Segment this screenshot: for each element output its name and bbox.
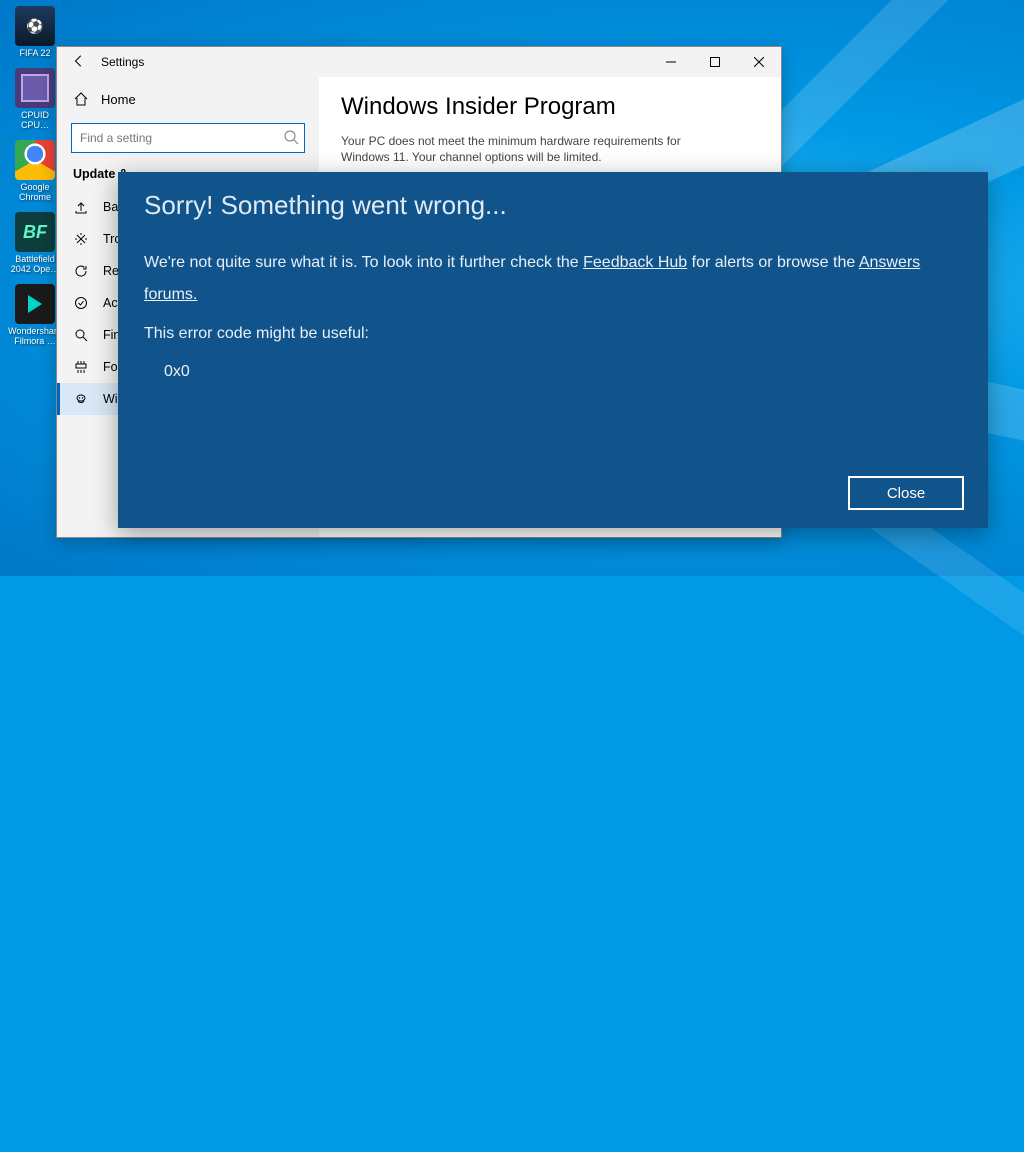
search-icon bbox=[283, 129, 299, 150]
minimize-button[interactable] bbox=[649, 47, 693, 77]
bf-icon: BF bbox=[15, 212, 55, 252]
error-text: for alerts or browse the bbox=[692, 254, 859, 271]
desktop-icon-label: CPUID CPU… bbox=[8, 110, 62, 130]
cpu-icon bbox=[15, 68, 55, 108]
search-input[interactable] bbox=[71, 123, 305, 153]
close-button[interactable]: Close bbox=[848, 476, 964, 510]
titlebar: Settings bbox=[57, 47, 781, 77]
desktop-icon-fifa[interactable]: ⚽ FIFA 22 bbox=[8, 6, 62, 58]
error-title: Sorry! Something went wrong... bbox=[144, 190, 962, 221]
recovery-icon bbox=[73, 264, 89, 278]
error-body: We're not quite sure what it is. To look… bbox=[144, 247, 962, 311]
desktop-icon-cpuid[interactable]: CPUID CPU… bbox=[8, 68, 62, 130]
chrome-icon bbox=[15, 140, 55, 180]
desktop-icon-chrome[interactable]: Google Chrome bbox=[8, 140, 62, 202]
close-window-button[interactable] bbox=[737, 47, 781, 77]
upload-icon bbox=[73, 200, 89, 214]
page-title: Windows Insider Program bbox=[341, 93, 759, 121]
developer-icon bbox=[73, 360, 89, 374]
home-icon bbox=[73, 91, 89, 107]
error-text: We're not quite sure what it is. To look… bbox=[144, 254, 583, 271]
error-code-label: This error code might be useful: bbox=[144, 325, 962, 343]
error-dialog: Sorry! Something went wrong... We're not… bbox=[118, 172, 988, 528]
sidebar-home[interactable]: Home bbox=[57, 85, 319, 113]
troubleshoot-icon bbox=[73, 232, 89, 246]
desktop-icon-label: FIFA 22 bbox=[8, 48, 62, 58]
desktop-icon-filmora[interactable]: Wondershare Filmora … bbox=[8, 284, 62, 346]
desktop-icon-label: Battlefield 2042 Ope… bbox=[8, 254, 62, 274]
page-description: Your PC does not meet the minimum hardwa… bbox=[341, 133, 681, 165]
back-button[interactable] bbox=[57, 54, 101, 71]
close-button-label: Close bbox=[887, 485, 925, 502]
minimize-icon bbox=[666, 57, 676, 67]
maximize-icon bbox=[710, 57, 720, 67]
fifa-icon: ⚽ bbox=[15, 6, 55, 46]
error-code: 0x0 bbox=[164, 363, 962, 381]
find-icon bbox=[73, 328, 89, 342]
sidebar-home-label: Home bbox=[101, 92, 136, 107]
close-icon bbox=[754, 57, 764, 67]
filmora-icon bbox=[15, 284, 55, 324]
desktop-icon-label: Wondershare Filmora … bbox=[8, 326, 62, 346]
desktop-icon-battlefield[interactable]: BF Battlefield 2042 Ope… bbox=[8, 212, 62, 274]
feedback-hub-link[interactable]: Feedback Hub bbox=[583, 254, 687, 271]
window-title: Settings bbox=[101, 55, 144, 69]
maximize-button[interactable] bbox=[693, 47, 737, 77]
insider-icon bbox=[73, 392, 89, 406]
desktop-icon-label: Google Chrome bbox=[8, 182, 62, 202]
arrow-left-icon bbox=[72, 54, 86, 68]
activation-icon bbox=[73, 296, 89, 310]
